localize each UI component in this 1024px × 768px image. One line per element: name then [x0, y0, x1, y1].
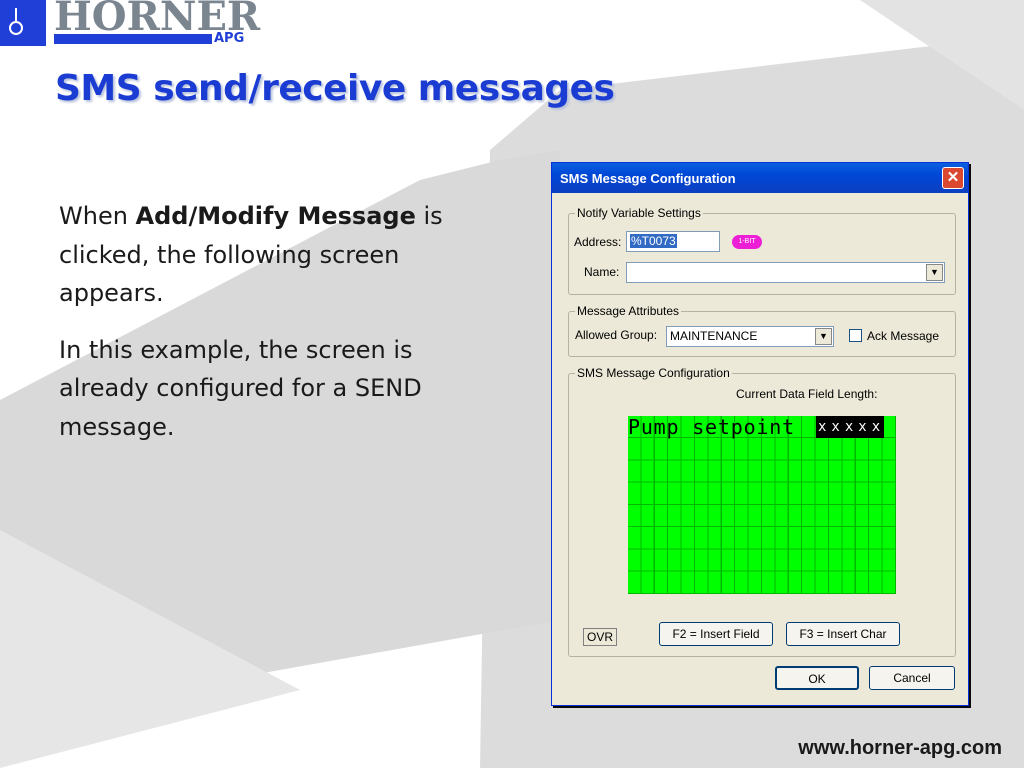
- slide-title: SMS send/receive messages: [55, 68, 615, 109]
- name-label: Name:: [584, 265, 620, 279]
- paragraph-2: In this example, the screen is already c…: [59, 335, 422, 441]
- lcd-message-editor[interactable]: Pump setpoint xxxxx: [628, 416, 896, 594]
- dialog-title: SMS Message Configuration: [560, 171, 736, 186]
- logo-bar: [54, 34, 212, 44]
- group-label: SMS Message Configuration: [575, 366, 732, 380]
- sms-message-group: SMS Message Configuration Current Data F…: [568, 366, 956, 657]
- lcd-data-field[interactable]: xxxxx: [816, 416, 884, 438]
- chevron-down-icon[interactable]: ▼: [815, 328, 832, 345]
- insert-field-button[interactable]: F2 = Insert Field: [659, 622, 773, 646]
- insert-char-button[interactable]: F3 = Insert Char: [786, 622, 900, 646]
- para1-bold: Add/Modify Message: [135, 202, 416, 230]
- name-combo[interactable]: ▼: [626, 262, 945, 283]
- notify-variable-group: Notify Variable Settings Address: %T0073…: [568, 206, 956, 295]
- group-label: Notify Variable Settings: [575, 206, 703, 220]
- lcd-message-text: Pump setpoint: [628, 415, 795, 439]
- cancel-button[interactable]: Cancel: [869, 666, 955, 690]
- allowed-group-value: MAINTENANCE: [670, 329, 758, 343]
- address-input[interactable]: %T0073: [626, 231, 720, 252]
- ack-message-label: Ack Message: [867, 329, 940, 343]
- para1-prefix: When: [59, 202, 136, 230]
- logo-mark: [0, 0, 46, 46]
- ok-button[interactable]: OK: [775, 666, 859, 690]
- logo-sub-text: APG: [214, 31, 245, 46]
- dialog-titlebar[interactable]: SMS Message Configuration ✕: [552, 163, 968, 193]
- ovr-indicator: OVR: [583, 628, 618, 646]
- allowed-group-label: Allowed Group:: [575, 328, 658, 342]
- message-attributes-group: Message Attributes Allowed Group: MAINTE…: [568, 304, 956, 357]
- horner-logo: HORNER APG: [0, 0, 260, 48]
- allowed-group-select[interactable]: MAINTENANCE ▼: [666, 326, 834, 347]
- ack-message-checkbox[interactable]: [849, 329, 862, 342]
- body-text: When Add/Modify Message is clicked, the …: [59, 197, 499, 464]
- close-icon[interactable]: ✕: [942, 167, 964, 189]
- field-length-label: Current Data Field Length:: [736, 387, 878, 401]
- paragraph-1: When Add/Modify Message is clicked, the …: [59, 197, 499, 313]
- group-label: Message Attributes: [575, 304, 682, 318]
- address-value: %T0073: [630, 234, 677, 248]
- sms-config-dialog: SMS Message Configuration ✕ Notify Varia…: [551, 162, 969, 706]
- address-label: Address:: [574, 235, 622, 249]
- footer-url[interactable]: www.horner-apg.com: [798, 737, 1002, 760]
- bit-badge: 1-BIT: [732, 235, 762, 249]
- chevron-down-icon[interactable]: ▼: [926, 264, 943, 281]
